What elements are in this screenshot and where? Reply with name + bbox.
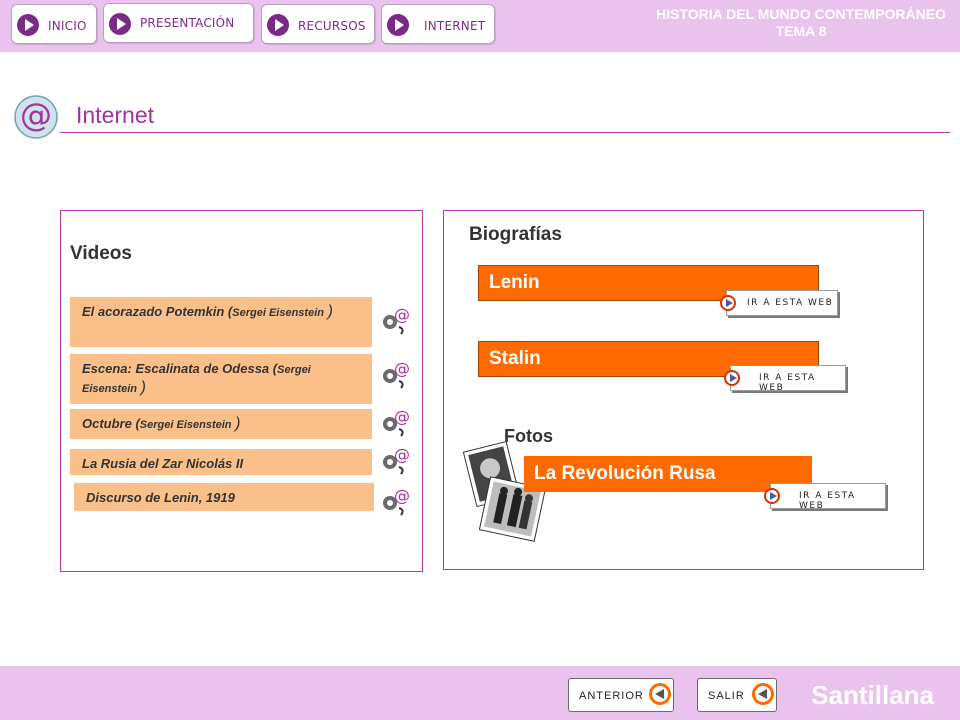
videos-heading: Videos: [70, 243, 132, 264]
play-arrow-icon: [17, 14, 39, 36]
go-web-button-revolucion[interactable]: IR A ESTA WEB: [764, 483, 888, 511]
course-topic: TEMA 8: [775, 23, 827, 39]
video-title: Escena: Escalinata de Odessa (: [82, 361, 278, 376]
video-author: Sergei Eisenstein: [139, 419, 232, 431]
course-title: HISTORIA DEL MUNDO CONTEMPORÁNEO TEMA 8: [656, 6, 946, 40]
video-author: Sergei Eisenstein: [232, 307, 324, 319]
svg-text:@: @: [394, 487, 410, 505]
nav-internet-label: INTERNET: [424, 19, 486, 33]
go-web-label: IR A ESTA WEB: [759, 373, 816, 393]
video-link-odessa[interactable]: Escena: Escalinata de Odessa (Sergei Eis…: [70, 354, 372, 404]
go-web-button-lenin[interactable]: IR A ESTA WEB: [720, 290, 840, 316]
video-link-discurso-lenin[interactable]: Discurso de Lenin, 1919: [74, 483, 374, 511]
film-reel-at-icon[interactable]: @: [380, 408, 412, 438]
video-title: Octubre (: [82, 416, 140, 431]
go-web-button-stalin[interactable]: IR A ESTA WEB: [724, 365, 848, 393]
video-link-octubre[interactable]: Octubre (Sergei Eisenstein ): [70, 409, 372, 439]
svg-text:@: @: [394, 408, 410, 426]
video-close-paren: ): [140, 379, 146, 396]
go-web-label: IR A ESTA WEB: [747, 298, 834, 308]
salir-label: SALIR: [708, 690, 745, 702]
video-link-zar[interactable]: La Rusia del Zar Nicolás II: [70, 449, 372, 475]
play-arrow-icon: [720, 295, 736, 311]
film-reel-at-icon[interactable]: @: [380, 360, 412, 390]
play-arrow-icon: [724, 370, 740, 386]
page-title: Internet: [76, 102, 154, 128]
bio-lenin-label: Lenin: [489, 272, 540, 293]
nav-recursos-label: RECURSOS: [298, 19, 366, 33]
at-sign-icon: @: [14, 95, 58, 139]
salir-button[interactable]: SALIR: [697, 678, 777, 712]
title-divider: [60, 132, 950, 133]
fotos-heading: Fotos: [504, 426, 553, 446]
film-reel-at-icon[interactable]: @: [380, 446, 412, 476]
play-arrow-icon: [109, 13, 131, 35]
film-reel-at-icon[interactable]: @: [380, 487, 412, 517]
nav-inicio-button[interactable]: INICIO: [11, 4, 97, 44]
go-web-label: IR A ESTA WEB: [799, 491, 856, 511]
nav-internet-button[interactable]: INTERNET: [381, 4, 495, 44]
nav-presentacion-label: PRESENTACIÓN: [140, 16, 235, 30]
anterior-button[interactable]: ANTERIOR: [568, 678, 674, 712]
back-arrow-icon: [649, 683, 671, 705]
go-web-box: IR A ESTA WEB: [730, 365, 846, 393]
film-reel-at-icon[interactable]: @: [380, 306, 412, 336]
svg-text:@: @: [394, 446, 410, 464]
go-web-box: IR A ESTA WEB: [770, 483, 886, 511]
video-close-paren: ): [327, 303, 333, 320]
play-arrow-icon: [764, 488, 780, 504]
nav-presentacion-button[interactable]: PRESENTACIÓN: [103, 3, 254, 43]
video-title: La Rusia del Zar Nicolás II: [82, 456, 244, 471]
svg-text:@: @: [394, 306, 410, 324]
video-title: El acorazado Potemkin (: [82, 304, 233, 319]
play-arrow-icon: [267, 14, 289, 36]
anterior-label: ANTERIOR: [579, 690, 644, 702]
svg-text:@: @: [20, 96, 52, 134]
course-name: HISTORIA DEL MUNDO CONTEMPORÁNEO: [656, 6, 946, 22]
svg-text:@: @: [394, 360, 410, 378]
brand-logo-text: Santillana: [811, 680, 934, 710]
back-arrow-icon: [752, 683, 774, 705]
biografias-heading: Biografías: [469, 224, 562, 245]
video-link-potemkin[interactable]: El acorazado Potemkin (Sergei Eisenstein…: [70, 297, 372, 347]
fotos-revolucion-label: La Revolución Rusa: [534, 463, 716, 484]
video-title: Discurso de Lenin, 1919: [86, 490, 235, 505]
video-close-paren: ): [235, 415, 241, 432]
go-web-box: IR A ESTA WEB: [726, 290, 838, 316]
nav-inicio-label: INICIO: [48, 19, 87, 33]
play-arrow-icon: [387, 14, 409, 36]
nav-recursos-button[interactable]: RECURSOS: [261, 4, 375, 44]
bio-stalin-label: Stalin: [489, 348, 541, 369]
